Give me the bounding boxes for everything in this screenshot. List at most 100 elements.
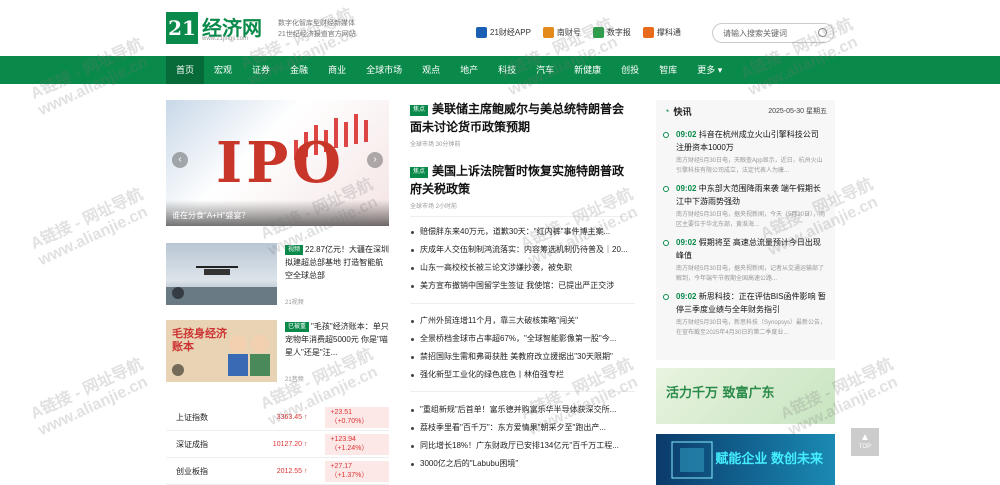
logo-url: www.21jingji.com — [202, 36, 249, 42]
news-item[interactable]: 荔枝季里看"百千万"：东方爱情果"朝采夕至"跑出产... — [410, 419, 635, 437]
nav-item-macro[interactable]: 宏观 — [204, 56, 242, 84]
nancaihao-icon — [542, 27, 554, 38]
index-value: 2012.55 ↑ — [276, 467, 308, 475]
flash-date: 2025-05-30 星期五 — [768, 108, 827, 115]
digital-paper-icon — [592, 27, 604, 38]
index-change: +123.94（+1.24%） — [325, 433, 389, 455]
index-change: +27.17（+1.37%） — [325, 460, 389, 482]
arrow-up-icon: ▲ — [860, 432, 870, 443]
hero-caption[interactable]: 谁在分食"A+H"盛宴？ — [166, 200, 389, 226]
nav-item-more[interactable]: 更多 ▾ — [687, 56, 732, 84]
divider — [410, 303, 635, 304]
card-meta: 21音频 — [285, 377, 304, 383]
nav-item-business[interactable]: 商业 — [318, 56, 356, 84]
flash-item[interactable]: 09:02 中东部大范围降雨来袭 端午假期长江中下游雨势强劲 南方财经5月30日… — [656, 176, 835, 230]
app-link-label: 数字报 — [606, 28, 631, 37]
flash-item-desc: 南方财经5月30日电，据央视新闻，记者从交通运输部了解到，今年端午节假期全国高速… — [676, 266, 825, 282]
card-title[interactable]: 已被重 "毛孩"经济账本：单只宠物年消费超5000元 你是"喵星人"还是"汪... — [285, 320, 391, 359]
index-row[interactable]: 上证指数 3363.45 ↑ +23.51（+0.70%） — [166, 404, 389, 431]
headline-text: 美联储主席鲍威尔与美总统特朗普会面未讨论货币政策预期 — [410, 102, 625, 134]
flash-title: 快讯 — [673, 106, 692, 117]
flash-item-title: 09:02 中东部大范围降雨来袭 端午假期长江中下游雨势强劲 — [676, 184, 821, 206]
nav-item-opinion[interactable]: 观点 — [412, 56, 450, 84]
nav-item-tech[interactable]: 科技 — [488, 56, 526, 84]
flash-item[interactable]: 09:02 抖音在杭州成立火山引擎科技公司 注册资本1000万 南方财经5月30… — [656, 122, 835, 176]
nav-item-venture[interactable]: 创投 — [611, 56, 649, 84]
flash-item[interactable]: 09:02 新思科技：正在评估BIS函件影响 暂停三季度业绩与全年财务指引 南方… — [656, 284, 835, 338]
flash-item-desc: 南方财经5月30日电，新思科技（Synopsys）最新公告，在宣布截至2025年… — [676, 320, 827, 336]
headline-title[interactable]: 焦点 美国上诉法院暂时恢复实施特朗普政府关税政策 — [410, 162, 635, 198]
watermark: A链接 - 网址导航 www.alianjie.cn — [28, 185, 151, 270]
main-nav: 首页 宏观 证券 金融 商业 全球市场 观点 地产 科技 汽车 新健康 创投 智… — [0, 56, 1000, 84]
news-item[interactable]: 禁招国际生需和弗哥获胜 美教府改立援据出"30天限期" — [410, 348, 635, 366]
headline-block: 焦点 美联储主席鲍威尔与美总统特朗普会面未讨论货币政策预期 全球市场 30分钟前 — [410, 100, 635, 148]
news-item[interactable]: 同比增长18%！广东财政厅已安排134亿元"百千万工程... — [410, 437, 635, 455]
flash-item-title: 09:02 假期将至 高速总流量预计今日出现峰值 — [676, 238, 821, 260]
card-tag: 已被重 — [285, 322, 310, 332]
site-logo[interactable]: 21 经济网 www.21jingji.com — [166, 12, 262, 44]
app-link-21caijing[interactable]: 21财经APP — [476, 27, 531, 38]
flash-item[interactable]: 09:02 假期将至 高速总流量预计今日出现峰值 南方财经5月30日电，据央视新… — [656, 230, 835, 284]
headline-block: 焦点 美国上诉法院暂时恢复实施特朗普政府关税政策 全球市场 2小时前 — [410, 162, 635, 210]
carousel-next-icon[interactable]: › — [367, 152, 383, 168]
nav-item-home[interactable]: 首页 — [166, 56, 205, 84]
nav-item-real-estate[interactable]: 地产 — [450, 56, 488, 84]
index-row[interactable]: 创业板指 2012.55 ↑ +27.17（+1.37%） — [166, 458, 389, 485]
search-icon[interactable] — [818, 28, 827, 37]
divider — [410, 216, 635, 217]
index-value: 3363.45 ↑ — [276, 413, 308, 421]
news-item[interactable]: 庆成年人交伍制制鸿流落实：内容筹选机制仍待普及｜20... — [410, 241, 635, 259]
app-link-chengketong[interactable]: 撑科通 — [642, 27, 681, 38]
timeline-dot-icon — [663, 186, 669, 192]
tagline: 数字化智库型财经新媒体 21世纪经济报道官方网站 — [278, 18, 373, 40]
back-to-top-button[interactable]: ▲ TOP — [851, 428, 879, 456]
news-item[interactable]: 广州外贸连增11个月，靠三大破核策略"闯关" — [410, 312, 635, 330]
card-meta: 21视频 — [285, 300, 304, 306]
carousel-prev-icon[interactable]: ‹ — [172, 152, 188, 168]
nav-item-think-tank[interactable]: 智库 — [649, 56, 687, 84]
news-item[interactable]: 强化新型工业化的绿色底色丨林伯强专栏 — [410, 366, 635, 384]
play-icon[interactable] — [172, 364, 184, 376]
focus-tag: 焦点 — [410, 105, 429, 116]
audio-thumbnail[interactable]: 毛孩身经济账本 — [166, 320, 277, 382]
news-item[interactable]: 3000亿之后的"Labubu困境" — [410, 455, 635, 473]
nav-item-health[interactable]: 新健康 — [564, 56, 611, 84]
app-link-nancaihao[interactable]: 南财号 — [542, 27, 581, 38]
nav-item-global-markets[interactable]: 全球市场 — [356, 56, 412, 84]
news-item[interactable]: 美方宣布撤销中国留学生签证 我使馆：已提出严正交涉 — [410, 277, 635, 295]
search-input[interactable]: 请输入搜索关键词 — [712, 23, 834, 43]
nav-item-auto[interactable]: 汽车 — [526, 56, 564, 84]
video-thumbnail[interactable] — [166, 243, 277, 305]
timeline-dot-icon — [663, 240, 669, 246]
flash-item-title: 09:02 新思科技：正在评估BIS函件影响 暂停三季度业绩与全年财务指引 — [676, 292, 826, 314]
card-title[interactable]: 视频 22.87亿元！大疆在深圳拟建超总部基地 打造智能航空全球总部 — [285, 243, 391, 282]
tagline-line-1: 数字化智库型财经新媒体 — [278, 20, 355, 27]
app-link-label: 撑科通 — [656, 28, 681, 37]
flash-icon: ◔ — [664, 106, 670, 116]
play-icon[interactable] — [172, 287, 184, 299]
hero-carousel[interactable]: IPO ‹ › 谁在分食"A+H"盛宴？ — [166, 100, 389, 226]
index-name: 创业板指 — [176, 466, 208, 476]
news-item[interactable]: 赔偿胖东来40万元，道歉30天："红内裤"事件博主案... — [410, 223, 635, 241]
news-item[interactable]: 山东一高校校长被三论文涉嫌抄袭，被免职 — [410, 259, 635, 277]
nav-item-securities[interactable]: 证券 — [242, 56, 280, 84]
logo-text: 经济网 — [202, 16, 262, 40]
ad-banner[interactable]: 活力千万 致富广东 — [656, 368, 835, 424]
nav-more-label: 更多 — [697, 65, 716, 75]
search-placeholder: 请输入搜索关键词 — [723, 29, 787, 38]
news-item[interactable]: 全景桥档金球市占率超67%，"全球智能影像第一股"今... — [410, 330, 635, 348]
card-tag: 视频 — [285, 245, 304, 255]
watermark: A链接 - 网址导航 www.alianjie.cn — [28, 355, 151, 440]
index-name: 深证成指 — [176, 439, 208, 449]
flash-item-desc: 南方财经5月30日电，据央视新闻，今天（5月30日），雨区主要位于华北东部，黄淮… — [676, 212, 826, 228]
nav-item-finance[interactable]: 金融 — [280, 56, 318, 84]
headline-title[interactable]: 焦点 美联储主席鲍威尔与美总统特朗普会面未讨论货币政策预期 — [410, 100, 635, 136]
app-link-digital-paper[interactable]: 数字报 — [592, 27, 631, 38]
timeline-dot-icon — [663, 294, 669, 300]
ad-banner[interactable]: 赋能企业 数创未来 — [656, 434, 835, 485]
news-item[interactable]: "重组新规"后首单！富乐德并购富乐华半导体获深交所... — [410, 401, 635, 419]
divider — [410, 391, 635, 392]
index-row[interactable]: 深证成指 10127.20 ↑ +123.94（+1.24%） — [166, 431, 389, 458]
flash-news-panel: ◔ 快讯 2025-05-30 星期五 09:02 抖音在杭州成立火山引擎科技公… — [656, 100, 835, 360]
header: 21 经济网 www.21jingji.com 数字化智库型财经新媒体 21世纪… — [0, 0, 1000, 56]
